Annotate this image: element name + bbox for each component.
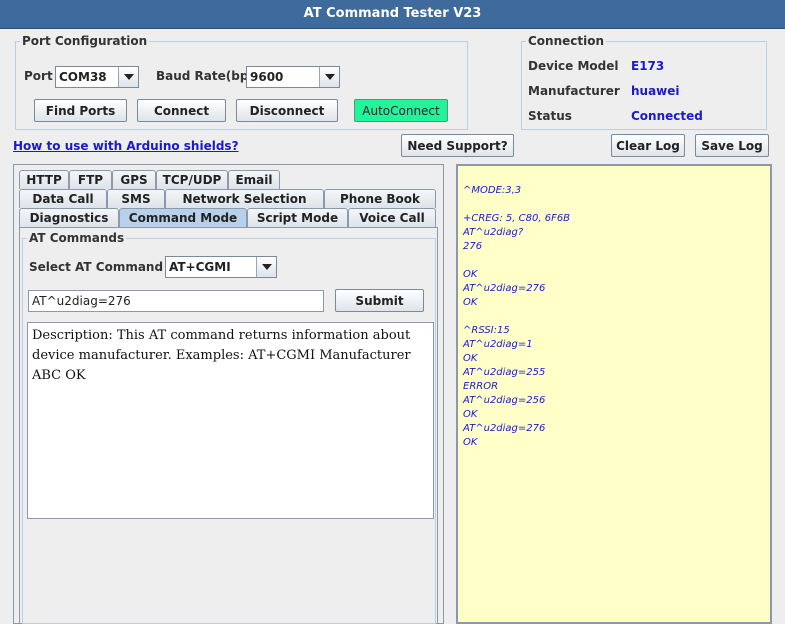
log-line: OK <box>463 437 478 448</box>
connect-button[interactable]: Connect <box>137 99 226 122</box>
chevron-down-icon[interactable] <box>256 257 276 277</box>
log-line: AT^u2diag=276 <box>463 283 546 294</box>
port-configuration-legend: Port Configuration <box>20 34 150 48</box>
clear-log-button[interactable]: Clear Log <box>611 134 685 157</box>
tab-data-call[interactable]: Data Call <box>19 189 107 208</box>
at-command-select[interactable]: AT+CGMI <box>165 256 277 278</box>
tab-diagnostics[interactable]: Diagnostics <box>19 208 119 227</box>
at-commands-legend: AT Commands <box>27 231 127 245</box>
autoconnect-button[interactable]: AutoConnect <box>354 99 448 122</box>
manufacturer-value: huawei <box>631 84 680 98</box>
tab-phone-book[interactable]: Phone Book <box>324 189 436 208</box>
select-at-command-label: Select AT Command <box>29 260 164 274</box>
command-description: Description: This AT command returns inf… <box>27 322 434 519</box>
log-line: AT^u2diag? <box>463 227 524 238</box>
log-line: AT^u2diag=276 <box>463 423 546 434</box>
baud-rate-select[interactable]: 9600 <box>246 66 340 88</box>
device-model-label: Device Model <box>528 59 619 73</box>
port-select[interactable]: COM38 <box>55 66 139 88</box>
log-line: +CREG: 5, C80, 6F6B <box>463 213 571 224</box>
connection-legend: Connection <box>526 34 607 48</box>
tab-voice-call[interactable]: Voice Call <box>348 208 436 227</box>
log-line: AT^u2diag=1 <box>463 339 533 350</box>
log-line: ^RSSI:15 <box>463 325 510 336</box>
at-command-select-value: AT+CGMI <box>169 260 231 274</box>
log-panel[interactable]: ^MODE:3,3 +CREG: 5, C80, 6F6B AT^u2diag? 27… <box>456 164 772 624</box>
at-command-input[interactable]: AT^u2diag=276 <box>28 290 324 312</box>
chevron-down-icon[interactable] <box>319 67 339 87</box>
find-ports-button[interactable]: Find Ports <box>34 99 127 122</box>
tab-sms[interactable]: SMS <box>107 189 165 208</box>
log-line: OK <box>463 297 478 308</box>
disconnect-button[interactable]: Disconnect <box>236 99 338 122</box>
log-line: OK <box>463 353 478 364</box>
log-line: OK <box>463 409 478 420</box>
tab-tcp-udp[interactable]: TCP/UDP <box>156 170 228 189</box>
log-line: ERROR <box>463 381 499 392</box>
tab-gps[interactable]: GPS <box>112 170 156 189</box>
log-line: AT^u2diag=256 <box>463 395 546 406</box>
tab-script-mode[interactable]: Script Mode <box>247 208 348 227</box>
log-line: ^MODE:3,3 <box>463 185 522 196</box>
tab-http[interactable]: HTTP <box>19 170 69 189</box>
manufacturer-label: Manufacturer <box>528 84 620 98</box>
save-log-button[interactable]: Save Log <box>695 134 769 157</box>
tab-ftp[interactable]: FTP <box>69 170 112 189</box>
log-line: AT^u2diag=255 <box>463 367 546 378</box>
tab-network-selection[interactable]: Network Selection <box>165 189 324 208</box>
port-select-value: COM38 <box>59 70 107 84</box>
baud-rate-select-value: 9600 <box>250 70 284 84</box>
port-label: Port <box>24 69 53 83</box>
need-support-button[interactable]: Need Support? <box>401 134 514 157</box>
device-model-value: E173 <box>631 59 665 73</box>
status-label: Status <box>528 109 572 123</box>
window-title: AT Command Tester V23 <box>303 6 482 21</box>
chevron-down-icon[interactable] <box>118 67 138 87</box>
title-bar: AT Command Tester V23 <box>0 0 785 29</box>
submit-button[interactable]: Submit <box>335 289 424 312</box>
log-line: 276 <box>463 241 483 252</box>
tab-command-mode[interactable]: Command Mode <box>119 208 247 227</box>
tab-email[interactable]: Email <box>228 170 280 189</box>
arduino-shields-link[interactable]: How to use with Arduino shields? <box>13 139 239 153</box>
status-value: Connected <box>631 109 703 123</box>
log-line: OK <box>463 269 478 280</box>
